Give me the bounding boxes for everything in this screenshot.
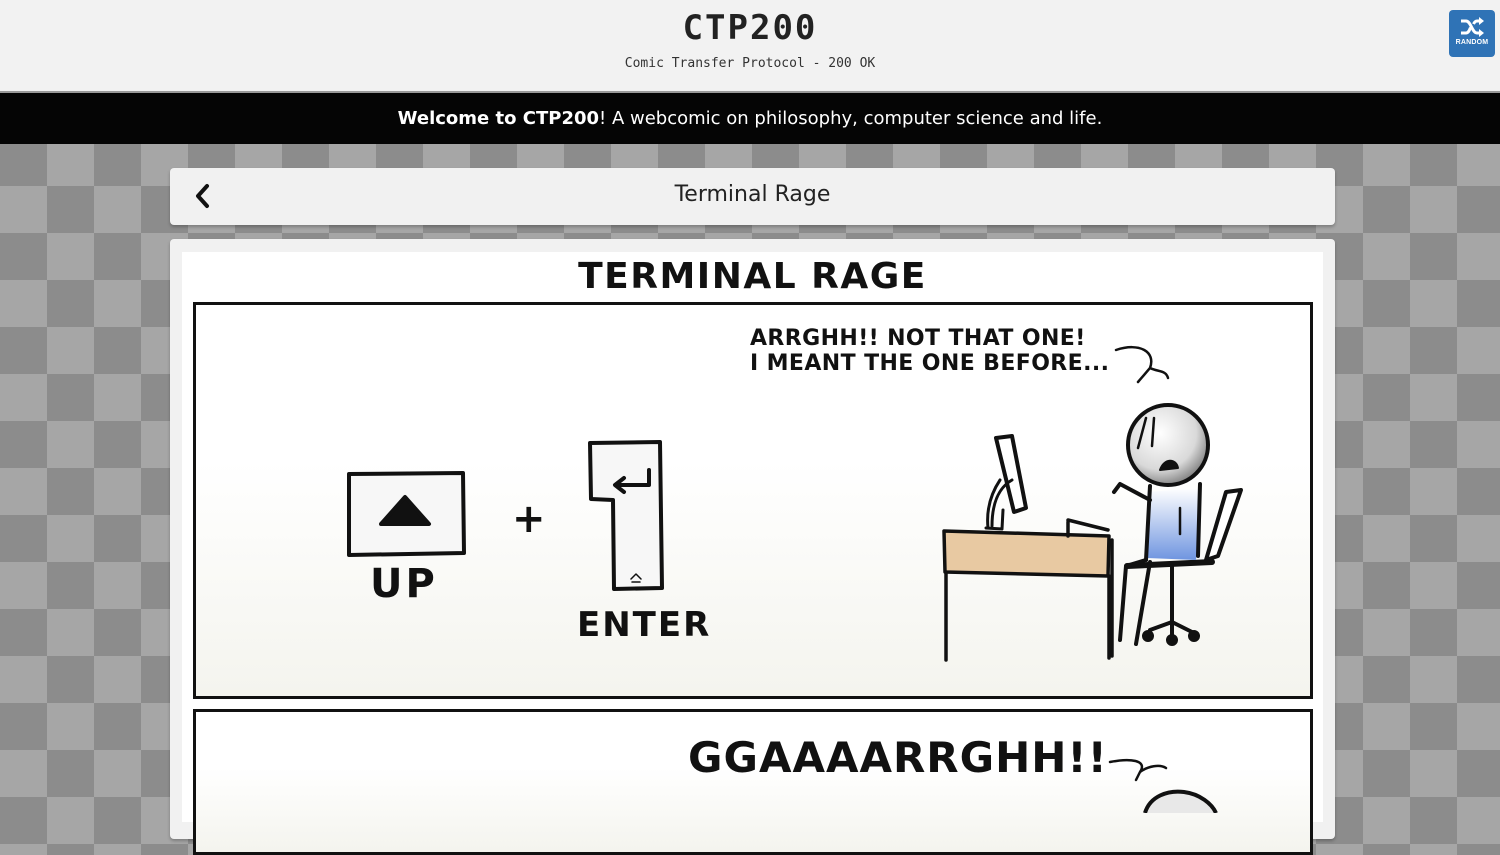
up-key-label: UP (370, 561, 438, 607)
enter-key-label: ENTER (577, 605, 712, 645)
site-subtitle: Comic Transfer Protocol - 200 OK (624, 56, 876, 71)
shuffle-icon (1461, 17, 1484, 37)
speech-line-2: I MEANT THE ONE BEFORE... (750, 351, 1110, 376)
plus-sign: + (512, 496, 546, 542)
welcome-message: ! A webcomic on philosophy, computer sci… (599, 108, 1103, 129)
welcome-brand: Welcome to CTP200 (397, 108, 600, 129)
comic-image-heading: TERMINAL RAGE (578, 256, 927, 297)
comic-panel-2 (193, 709, 1313, 855)
welcome-banner: Welcome to CTP200! A webcomic on philoso… (0, 93, 1500, 144)
random-button-label: RANDOM (1455, 39, 1489, 46)
random-button[interactable]: RANDOM (1449, 10, 1495, 57)
speech-bubble-2: GGAAAARRGHH!! (688, 733, 1108, 782)
site-header: CTP200 Comic Transfer Protocol - 200 OK … (0, 0, 1500, 93)
speech-line-1: ARRGHH!! NOT THAT ONE! (750, 326, 1086, 351)
comic-title: Terminal Rage (674, 182, 831, 207)
site-title[interactable]: CTP200 (0, 8, 1500, 48)
speech-bubble-1: ARRGHH!! NOT THAT ONE! I MEANT THE ONE B… (750, 326, 1109, 376)
